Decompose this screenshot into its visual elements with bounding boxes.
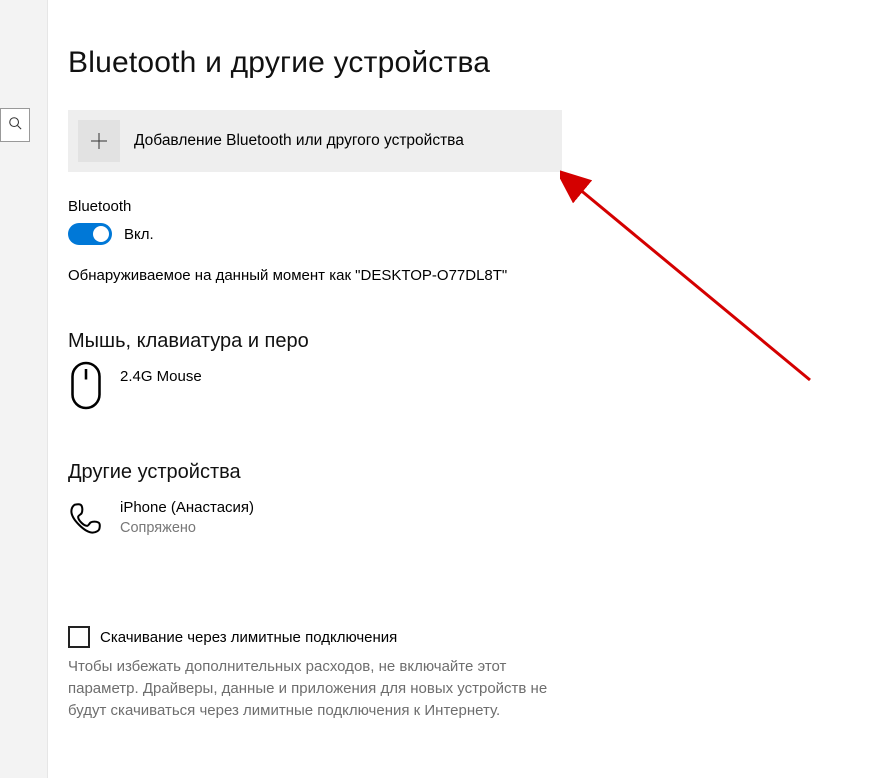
- device-row-mouse[interactable]: 2.4G Mouse: [68, 367, 828, 405]
- page-title: Bluetooth и другие устройства: [68, 46, 828, 80]
- search-icon: [8, 116, 22, 135]
- phone-icon: [68, 500, 104, 536]
- section-title-other: Другие устройства: [68, 461, 828, 484]
- device-row-iphone[interactable]: iPhone (Анастасия) Сопряжено: [68, 498, 828, 538]
- search-button[interactable]: [0, 108, 30, 142]
- bluetooth-toggle[interactable]: [68, 223, 112, 245]
- device-name: iPhone (Анастасия): [120, 498, 254, 518]
- metered-checkbox[interactable]: [68, 626, 90, 648]
- mouse-icon: [68, 369, 104, 405]
- bluetooth-label: Bluetooth: [68, 198, 828, 215]
- add-device-button[interactable]: Добавление Bluetooth или другого устройс…: [68, 110, 562, 172]
- section-title-mouse: Мышь, клавиатура и перо: [68, 330, 828, 353]
- metered-help-text: Чтобы избежать дополнительных расходов, …: [68, 656, 568, 722]
- discoverable-text: Обнаруживаемое на данный момент как "DES…: [68, 267, 828, 284]
- add-device-label: Добавление Bluetooth или другого устройс…: [134, 132, 464, 150]
- metered-checkbox-label: Скачивание через лимитные подключения: [100, 629, 397, 646]
- bluetooth-state-text: Вкл.: [124, 226, 154, 243]
- device-status: Сопряжено: [120, 518, 254, 538]
- plus-icon: [78, 120, 120, 162]
- toggle-knob: [93, 226, 109, 242]
- device-name: 2.4G Mouse: [120, 367, 202, 387]
